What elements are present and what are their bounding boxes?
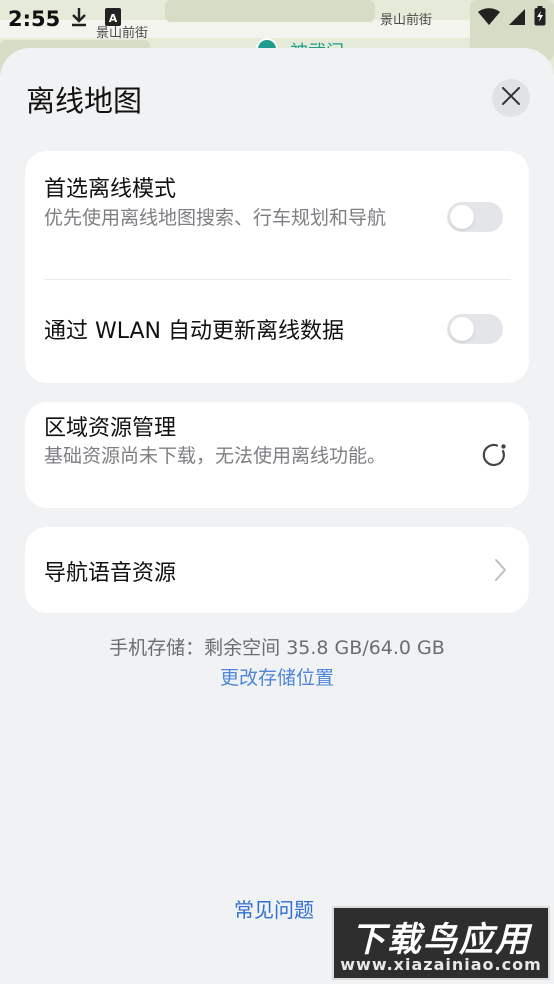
- watermark-logo: 下载鸟应用 www.xiazainiao.com: [332, 906, 550, 980]
- storage-info: 手机存储：剩余空间 35.8 GB/64.0 GB: [109, 637, 445, 659]
- preferred-offline-row[interactable]: 首选离线模式 优先使用离线地图搜索、行车规划和导航: [25, 151, 529, 279]
- offline-settings-card: 首选离线模式 优先使用离线地图搜索、行车规划和导航 通过 WLAN 自动更新离线…: [25, 151, 529, 383]
- chevron-right-icon: [493, 558, 507, 586]
- wifi-icon: [478, 7, 500, 31]
- nav-voice-title: 导航语音资源: [44, 561, 177, 586]
- wlan-auto-update-row[interactable]: 通过 WLAN 自动更新离线数据: [25, 280, 529, 383]
- status-time: 2:55: [8, 7, 61, 31]
- wlan-auto-update-title: 通过 WLAN 自动更新离线数据: [44, 319, 345, 344]
- status-bar: 2:55 A: [0, 0, 554, 36]
- region-resources-title: 区域资源管理: [44, 416, 177, 441]
- offline-map-sheet: 离线地图 首选离线模式 优先使用离线地图搜索、行车规划和导航 通过 WLAN 自…: [0, 48, 554, 984]
- svg-text:A: A: [109, 12, 118, 25]
- region-resources-card[interactable]: 区域资源管理 基础资源尚未下载，无法使用离线功能。: [25, 402, 529, 508]
- region-resources-subtitle: 基础资源尚未下载，无法使用离线功能。: [44, 445, 387, 467]
- change-storage-link[interactable]: 更改存储位置: [0, 663, 554, 690]
- close-icon: [502, 87, 520, 109]
- download-icon: [70, 7, 88, 32]
- app-icon: A: [104, 7, 122, 32]
- loading-icon: [481, 442, 507, 472]
- wlan-auto-update-toggle[interactable]: [447, 314, 503, 344]
- battery-icon: [534, 6, 546, 31]
- watermark-title: 下载鸟应用: [351, 920, 531, 960]
- preferred-offline-title: 首选离线模式: [44, 177, 177, 202]
- page-title: 离线地图: [26, 84, 143, 118]
- close-button[interactable]: [492, 79, 530, 117]
- toggle-knob: [450, 205, 474, 229]
- preferred-offline-subtitle: 优先使用离线地图搜索、行车规划和导航: [44, 207, 387, 229]
- preferred-offline-toggle[interactable]: [447, 202, 503, 232]
- cellular-icon: [508, 7, 526, 31]
- watermark-url: www.xiazainiao.com: [340, 955, 542, 974]
- faq-link[interactable]: 常见问题: [234, 894, 314, 923]
- nav-voice-card[interactable]: 导航语音资源: [25, 527, 529, 613]
- toggle-knob: [450, 317, 474, 341]
